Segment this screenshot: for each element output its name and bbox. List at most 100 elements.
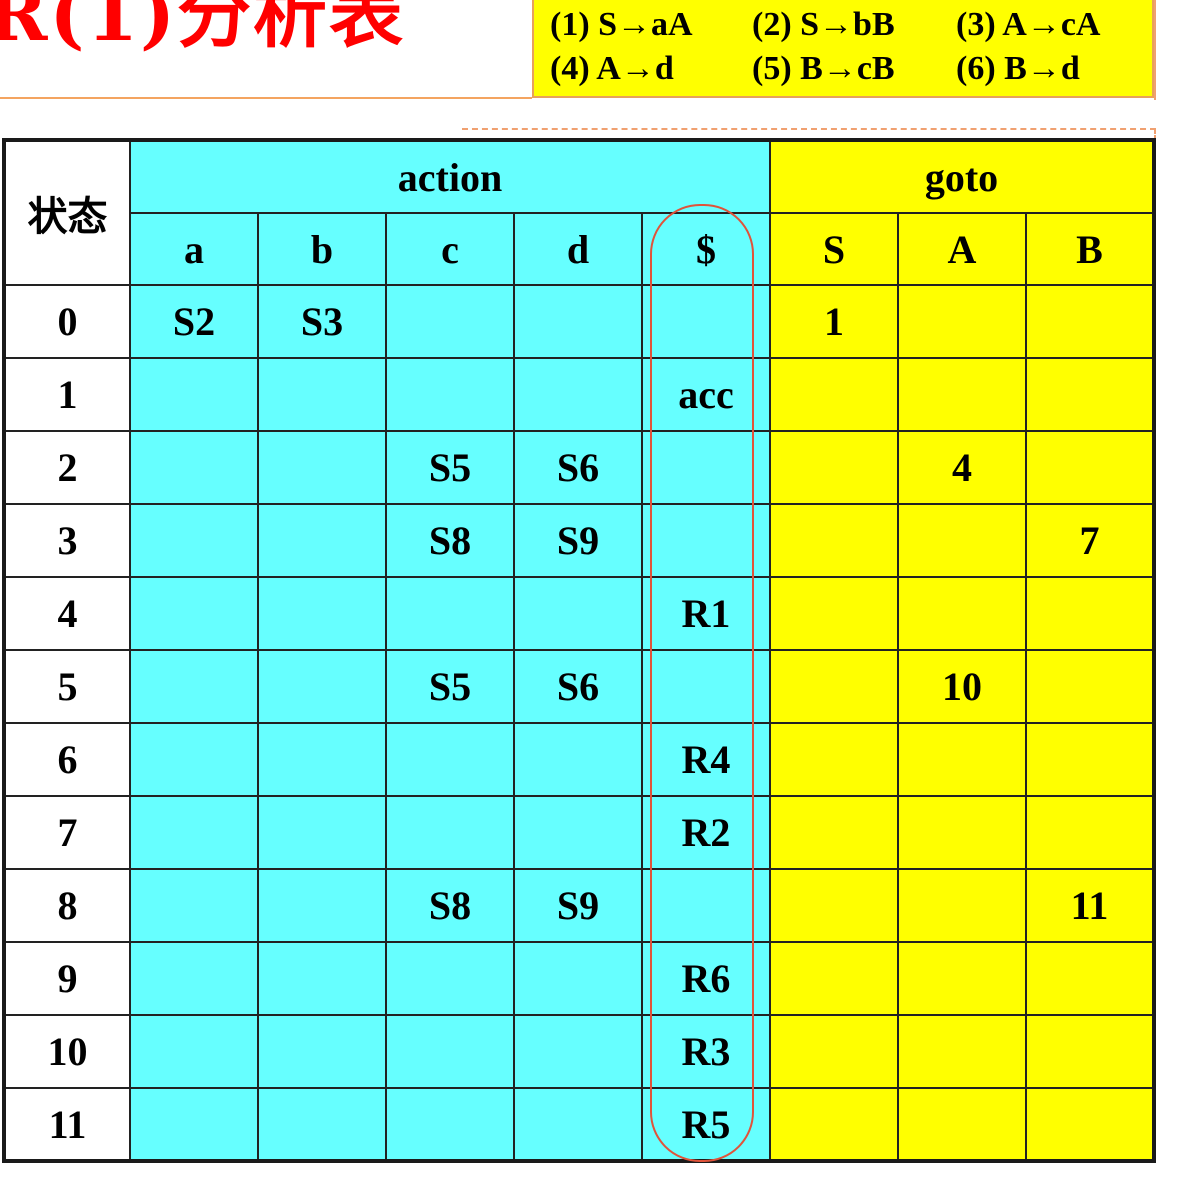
action-cell (257, 503, 387, 578)
action-cell (513, 941, 643, 1016)
goto-cell: 10 (897, 649, 1027, 724)
action-cell (641, 868, 771, 943)
goto-cell (1025, 722, 1155, 797)
goto-cell (897, 503, 1027, 578)
action-cell (257, 1014, 387, 1089)
goto-cell (769, 357, 899, 432)
state-cell: 9 (3, 941, 131, 1016)
action-cell (129, 503, 259, 578)
action-cell (513, 284, 643, 359)
action-cell (385, 941, 515, 1016)
action-cell (641, 503, 771, 578)
state-cell: 5 (3, 649, 131, 724)
goto-cell (897, 868, 1027, 943)
action-cell: R4 (641, 722, 771, 797)
goto-cell (1025, 941, 1155, 1016)
action-cell (385, 576, 515, 651)
goto-cell (1025, 576, 1155, 651)
action-cell (385, 722, 515, 797)
goto-cell (769, 1087, 899, 1162)
action-cell (513, 357, 643, 432)
action-cell: S3 (257, 284, 387, 359)
action-cell (513, 1014, 643, 1089)
box-right-edge (1154, 0, 1156, 100)
goto-group-header: goto (769, 139, 1155, 214)
action-cell (641, 649, 771, 724)
action-cell (257, 576, 387, 651)
action-cell (641, 284, 771, 359)
action-col-header: $ (641, 212, 771, 286)
table-row: 7 R2 (3, 795, 1155, 870)
action-cell (129, 357, 259, 432)
state-cell: 10 (3, 1014, 131, 1089)
action-cell: S6 (513, 430, 643, 505)
action-cell (257, 357, 387, 432)
goto-col-header: S (769, 212, 899, 286)
action-cell: R6 (641, 941, 771, 1016)
action-cell (513, 722, 643, 797)
production-4: (4) A→d (550, 50, 674, 87)
goto-cell (897, 1014, 1027, 1089)
page-title: R(1)分析表 (0, 0, 406, 58)
action-cell: R1 (641, 576, 771, 651)
table-row: 3 S8 S9 7 (3, 503, 1155, 578)
state-cell: 3 (3, 503, 131, 578)
goto-cell (897, 576, 1027, 651)
action-cell (129, 1087, 259, 1162)
action-cell: S8 (385, 503, 515, 578)
state-header: 状态 (3, 139, 131, 286)
goto-cell: 7 (1025, 503, 1155, 578)
state-cell: 7 (3, 795, 131, 870)
goto-col-header: B (1025, 212, 1155, 286)
goto-cell (1025, 649, 1155, 724)
action-cell: R2 (641, 795, 771, 870)
table-row: 0 S2 S3 1 (3, 284, 1155, 359)
action-cell: R5 (641, 1087, 771, 1162)
action-group-header: action (129, 139, 771, 214)
table-row: 9 R6 (3, 941, 1155, 1016)
state-cell: 2 (3, 430, 131, 505)
goto-cell (1025, 357, 1155, 432)
action-col-header: c (385, 212, 515, 286)
action-cell (129, 649, 259, 724)
goto-cell (769, 868, 899, 943)
goto-cell (769, 722, 899, 797)
table-row: 1 acc (3, 357, 1155, 432)
grammar-productions-box: (1) S→aA (2) S→bB (3) A→cA (4) A→d (5) B… (532, 0, 1154, 98)
action-cell: S5 (385, 430, 515, 505)
table-row: 5 S5 S6 10 (3, 649, 1155, 724)
action-cell (129, 868, 259, 943)
goto-cell (1025, 430, 1155, 505)
state-cell: 0 (3, 284, 131, 359)
action-cell (129, 1014, 259, 1089)
action-col-header: d (513, 212, 643, 286)
action-cell (641, 430, 771, 505)
action-cell (129, 795, 259, 870)
lr1-parsing-table: 状态 action goto a b c d $ S A B 0 S2 S3 1 1 ac… (2, 138, 1156, 1163)
goto-cell (1025, 1014, 1155, 1089)
production-2: (2) S→bB (752, 6, 895, 43)
action-cell (257, 868, 387, 943)
goto-cell (897, 941, 1027, 1016)
action-cell (385, 795, 515, 870)
production-5: (5) B→cB (752, 50, 895, 87)
table-row: 4 R1 (3, 576, 1155, 651)
goto-cell (769, 649, 899, 724)
action-cell (257, 430, 387, 505)
goto-cell (1025, 1087, 1155, 1162)
table-row: 6 R4 (3, 722, 1155, 797)
goto-cell: 11 (1025, 868, 1155, 943)
table-row: 10 R3 (3, 1014, 1155, 1089)
state-cell: 11 (3, 1087, 131, 1162)
table-header-row-columns: a b c d $ S A B (4, 212, 1155, 286)
action-cell (257, 722, 387, 797)
goto-cell (897, 284, 1027, 359)
action-cell (129, 576, 259, 651)
goto-cell (769, 1014, 899, 1089)
action-cell (513, 1087, 643, 1162)
action-cell: S9 (513, 868, 643, 943)
action-cell: acc (641, 357, 771, 432)
action-cell (385, 357, 515, 432)
goto-cell: 1 (769, 284, 899, 359)
table-row: 8 S8 S9 11 (3, 868, 1155, 943)
